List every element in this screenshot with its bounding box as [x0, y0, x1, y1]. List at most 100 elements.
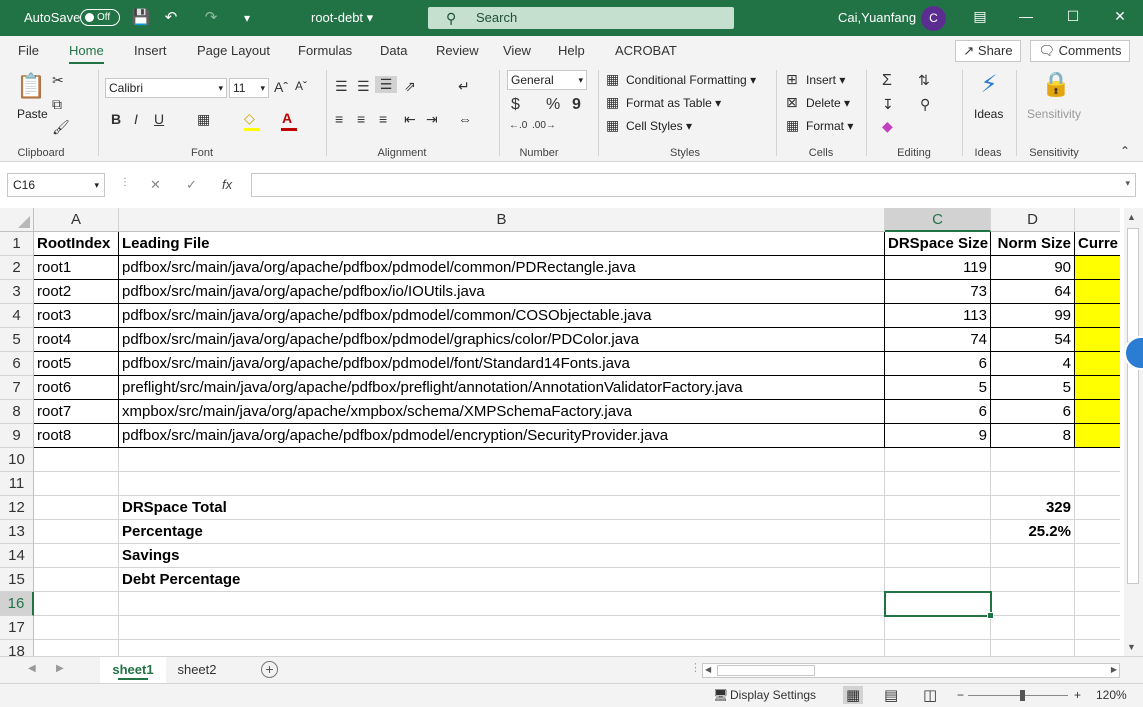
scroll-right-icon[interactable]: ▶ — [1111, 665, 1117, 674]
avatar[interactable]: C — [921, 6, 946, 31]
row-header-12[interactable]: 12 — [0, 496, 34, 520]
zoom-slider[interactable] — [968, 695, 1068, 696]
sheet-tab-sheet2[interactable]: sheet2 — [166, 657, 228, 683]
row-header-8[interactable]: 8 — [0, 400, 34, 424]
prev-sheet-icon[interactable]: ◀ — [28, 663, 36, 674]
column-header-b[interactable]: B — [119, 208, 885, 232]
increase-indent-icon[interactable]: ⇥ — [426, 111, 438, 128]
cell-d4[interactable]: 99 — [991, 304, 1075, 328]
scroll-down-icon[interactable]: ▼ — [1127, 642, 1136, 652]
font-name-select[interactable]: Calibri ▾ — [105, 78, 227, 98]
align-top-icon[interactable]: ☰ — [335, 78, 348, 95]
cell-d13[interactable]: 25.2% — [991, 520, 1075, 544]
align-right-icon[interactable]: ≡ — [379, 111, 387, 127]
column-header-d[interactable]: D — [991, 208, 1075, 232]
row-header-16[interactable]: 16 — [0, 592, 34, 616]
tab-home[interactable]: Home — [69, 43, 104, 65]
cell-d6[interactable]: 4 — [991, 352, 1075, 376]
close-icon[interactable]: ✕ — [1110, 8, 1130, 28]
horizontal-scroll-thumb[interactable] — [717, 665, 815, 676]
decrease-indent-icon[interactable]: ⇤ — [404, 111, 416, 128]
tab-formulas[interactable]: Formulas — [298, 43, 352, 58]
cell-a2[interactable]: root1 — [34, 256, 119, 280]
normal-view-icon[interactable]: ▦ — [843, 686, 864, 704]
cell-d15[interactable] — [991, 568, 1075, 592]
row-header-1[interactable]: 1 — [0, 232, 34, 256]
delete-cells-button[interactable]: Delete ▾ — [806, 96, 850, 110]
fill-color-icon[interactable]: ◇ — [244, 110, 255, 127]
sensitivity-button[interactable]: Sensitivity — [1027, 107, 1081, 121]
cell-e16[interactable] — [1075, 592, 1120, 616]
cell-e12[interactable] — [1075, 496, 1120, 520]
next-sheet-icon[interactable]: ▶ — [56, 663, 64, 674]
align-middle-icon[interactable]: ☰ — [357, 78, 370, 95]
zoom-in-icon[interactable]: + — [1074, 688, 1081, 702]
cell-d10[interactable] — [991, 448, 1075, 472]
increase-decimal-icon[interactable]: ←.0 — [509, 120, 527, 131]
wrap-text-icon[interactable]: ↵ — [458, 78, 470, 95]
insert-function-icon[interactable]: fx — [222, 177, 232, 192]
maximize-icon[interactable]: ☐ — [1063, 8, 1083, 28]
orientation-icon[interactable]: ⇗ — [404, 78, 416, 95]
column-header-c[interactable]: C — [885, 208, 991, 232]
cell-d16[interactable] — [991, 592, 1075, 616]
page-layout-view-icon[interactable]: ▤ — [884, 686, 898, 704]
cell-d14[interactable] — [991, 544, 1075, 568]
row-header-17[interactable]: 17 — [0, 616, 34, 640]
cell-c15[interactable] — [885, 568, 991, 592]
cell-e5[interactable] — [1075, 328, 1120, 352]
ideas-button[interactable]: Ideas — [974, 107, 1003, 121]
cell-b10[interactable] — [119, 448, 885, 472]
clear-icon[interactable]: ◆ — [882, 118, 893, 135]
worksheet-grid[interactable]: A B C D 1 RootIndex Leading File DRSpace Si… — [0, 208, 1120, 656]
cell-d7[interactable]: 5 — [991, 376, 1075, 400]
undo-icon[interactable]: ↶ — [161, 8, 181, 28]
row-header-9[interactable]: 9 — [0, 424, 34, 448]
row-header-5[interactable]: 5 — [0, 328, 34, 352]
new-sheet-icon[interactable]: + — [261, 661, 278, 678]
column-header-e[interactable] — [1075, 208, 1120, 232]
cell-d17[interactable] — [991, 616, 1075, 640]
cell-a13[interactable] — [34, 520, 119, 544]
cell-b13[interactable]: Percentage — [119, 520, 885, 544]
cell-b6[interactable]: pdfbox/src/main/java/org/apache/pdfbox/p… — [119, 352, 885, 376]
find-select-icon[interactable]: ⚲ — [920, 96, 930, 113]
tabs-splitter-icon[interactable]: ⋮ — [690, 661, 701, 674]
customize-toolbar-icon[interactable]: ▾ — [237, 8, 257, 28]
name-box[interactable]: C16 ▾ — [7, 173, 105, 197]
cell-c9[interactable]: 9 — [885, 424, 991, 448]
cell-c6[interactable]: 6 — [885, 352, 991, 376]
cell-c18[interactable] — [885, 640, 991, 656]
tab-data[interactable]: Data — [380, 43, 407, 58]
italic-button[interactable]: I — [134, 111, 138, 127]
cell-a3[interactable]: root2 — [34, 280, 119, 304]
row-header-3[interactable]: 3 — [0, 280, 34, 304]
cell-d9[interactable]: 8 — [991, 424, 1075, 448]
bold-button[interactable]: B — [111, 111, 121, 127]
zoom-slider-thumb[interactable] — [1020, 690, 1025, 701]
minimize-icon[interactable]: — — [1016, 8, 1036, 28]
format-as-table-button[interactable]: Format as Table ▾ — [626, 96, 721, 110]
cell-b1[interactable]: Leading File — [119, 232, 885, 256]
merge-center-icon[interactable]: ⇔ — [458, 111, 472, 127]
row-header-14[interactable]: 14 — [0, 544, 34, 568]
sheet-tab-sheet1[interactable]: sheet1 — [100, 657, 166, 683]
cell-c4[interactable]: 113 — [885, 304, 991, 328]
cell-e1[interactable]: Curre — [1075, 232, 1120, 256]
tab-view[interactable]: View — [503, 43, 531, 58]
cell-e4[interactable] — [1075, 304, 1120, 328]
cell-b7[interactable]: preflight/src/main/java/org/apache/pdfbo… — [119, 376, 885, 400]
cell-d2[interactable]: 90 — [991, 256, 1075, 280]
cell-a5[interactable]: root4 — [34, 328, 119, 352]
cell-c7[interactable]: 5 — [885, 376, 991, 400]
document-title[interactable]: root-debt ▾ — [311, 10, 373, 26]
insert-cells-button[interactable]: Insert ▾ — [806, 73, 845, 87]
autosave-toggle[interactable]: Off — [80, 9, 120, 26]
cancel-entry-icon[interactable]: ✕ — [150, 177, 161, 193]
zoom-out-icon[interactable]: − — [957, 688, 964, 702]
cell-a15[interactable] — [34, 568, 119, 592]
redo-icon[interactable]: ↷ — [201, 8, 221, 28]
cell-e11[interactable] — [1075, 472, 1120, 496]
cell-e3[interactable] — [1075, 280, 1120, 304]
cell-c5[interactable]: 74 — [885, 328, 991, 352]
